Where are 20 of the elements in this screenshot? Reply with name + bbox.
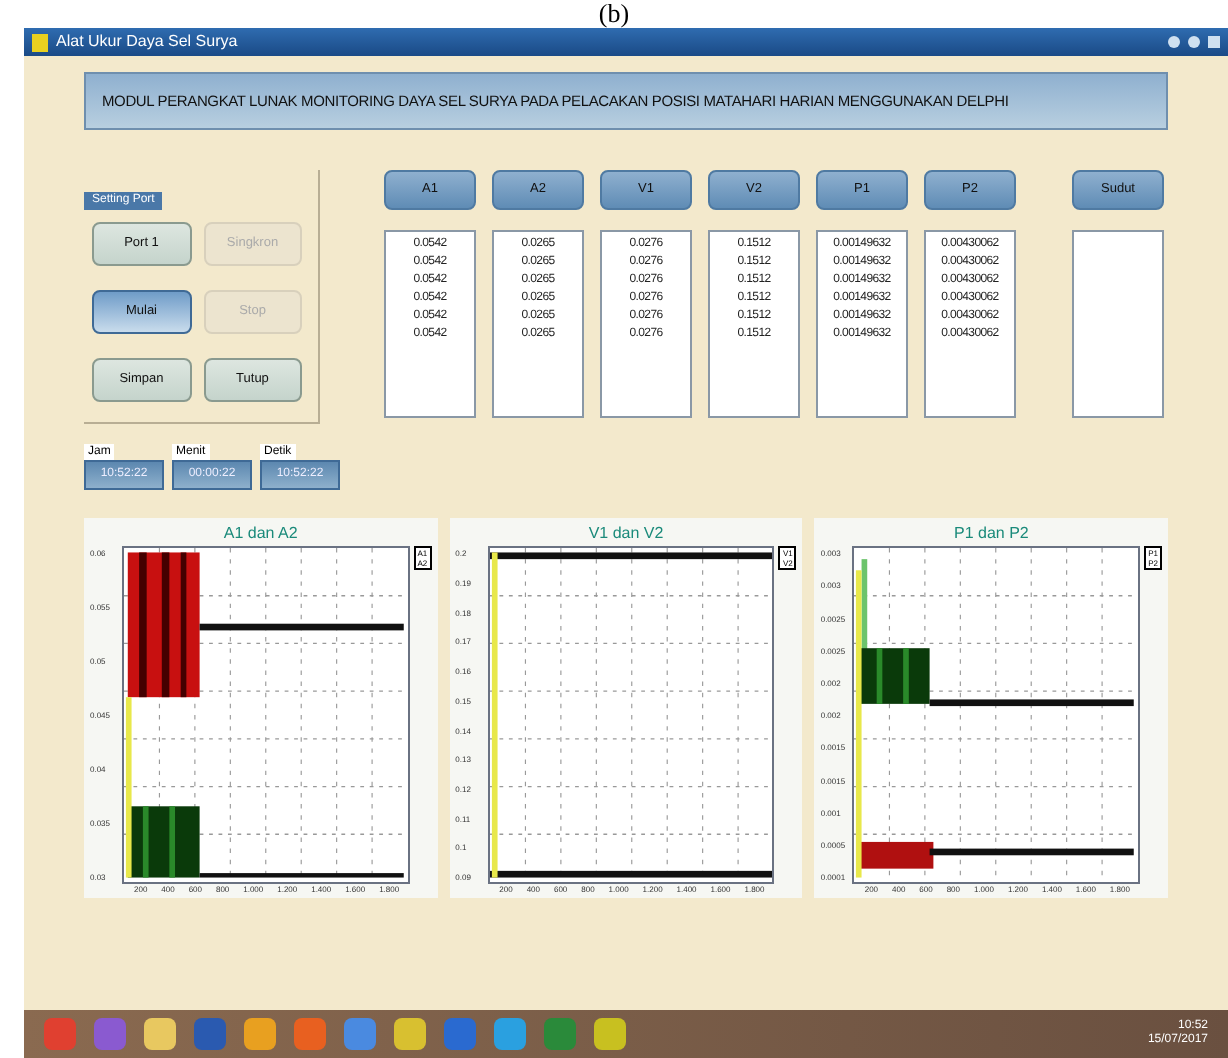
window-title: Alat Ukur Daya Sel Surya [56,34,238,50]
signal-band-drawing [127,806,200,879]
app-icon[interactable] [394,1018,426,1050]
app-icon[interactable] [244,1018,276,1050]
app-icon[interactable] [144,1018,176,1050]
minimize-icon[interactable] [1168,36,1180,48]
app-icon[interactable] [294,1018,326,1050]
signal-band-drawing [858,842,935,870]
close-icon[interactable] [1208,36,1220,48]
chart-title: A1 dan A2 [221,522,300,547]
figure-caption: (b) [598,0,630,28]
app-icon[interactable] [544,1018,576,1050]
chart-title: P1 dan P2 [951,522,1031,547]
signal-band-drawing [858,648,931,705]
app-icon[interactable] [594,1018,626,1050]
app-icon [32,33,48,51]
app-icon[interactable] [344,1018,376,1050]
maximize-icon[interactable] [1188,36,1200,48]
app-icon[interactable] [494,1018,526,1050]
chart-title: V1 dan V2 [586,522,666,547]
